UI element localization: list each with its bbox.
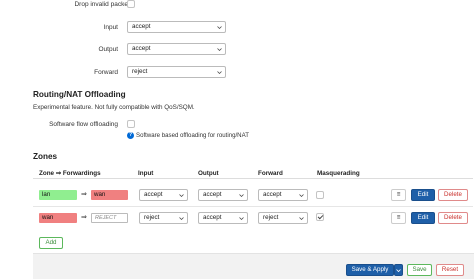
lan-edit-button[interactable]: Edit — [411, 189, 435, 201]
chevron-down-icon — [217, 71, 222, 75]
wan-drag-handle[interactable]: ≡ — [391, 212, 406, 224]
wan-edit-button[interactable]: Edit — [411, 212, 435, 224]
row-divider — [33, 206, 473, 207]
sw-offloading-checkbox[interactable] — [127, 120, 135, 128]
input-policy-label: Input — [103, 24, 118, 31]
forward-policy-select[interactable]: reject — [127, 66, 226, 78]
wan-input-value: reject — [144, 214, 160, 221]
output-policy-label: Output — [98, 46, 118, 53]
chevron-down-icon — [179, 217, 184, 221]
chevron-down-icon — [239, 217, 244, 221]
output-policy-value: accept — [132, 45, 151, 52]
wan-output-select[interactable]: accept — [198, 212, 248, 224]
zone-badge-wan[interactable]: wan — [39, 213, 77, 223]
zones-title: Zones — [33, 152, 58, 161]
input-policy-select[interactable]: accept — [127, 21, 226, 33]
sw-offloading-hint-text: Software based offloading for routing/NA… — [136, 132, 249, 139]
wan-delete-button[interactable]: Delete — [438, 212, 468, 224]
chevron-down-icon — [396, 269, 401, 273]
save-button[interactable]: Save — [407, 264, 432, 276]
offloading-title: Routing/NAT Offloading — [33, 90, 126, 99]
zone-forward-reject[interactable]: REJECT — [91, 213, 128, 223]
output-policy-select[interactable]: accept — [127, 43, 226, 55]
wan-masq-checkbox[interactable] — [316, 213, 324, 221]
chevron-down-icon — [299, 217, 304, 221]
input-policy-value: accept — [132, 23, 151, 30]
forward-policy-value: reject — [132, 68, 148, 75]
chevron-down-icon — [179, 194, 184, 198]
footer-action-bar: Save & Apply Save Reset — [33, 253, 474, 279]
forward-arrow: ⇒ — [81, 191, 87, 198]
wan-output-value: accept — [203, 214, 222, 221]
wan-forward-select[interactable]: reject — [258, 212, 308, 224]
chevron-down-icon — [299, 194, 304, 198]
lan-input-select[interactable]: accept — [139, 189, 188, 201]
chevron-down-icon — [239, 194, 244, 198]
chevron-down-icon — [217, 48, 222, 52]
sw-offloading-hint: ? Software based offloading for routing/… — [127, 132, 249, 139]
lan-masq-checkbox[interactable] — [316, 191, 324, 199]
sw-offloading-label: Software flow offloading — [49, 121, 118, 128]
col-input-header: Input — [138, 170, 154, 177]
lan-output-select[interactable]: accept — [198, 189, 248, 201]
forward-policy-label: Forward — [94, 69, 118, 76]
help-icon: ? — [127, 132, 134, 139]
zone-badge-wan-target[interactable]: wan — [91, 190, 128, 200]
zone-badge-lan[interactable]: lan — [39, 190, 77, 200]
save-apply-button[interactable]: Save & Apply — [346, 264, 394, 276]
lan-forward-select[interactable]: accept — [258, 189, 308, 201]
lan-output-value: accept — [203, 191, 222, 198]
add-zone-button[interactable]: Add — [39, 237, 63, 249]
save-apply-dropdown-button[interactable] — [394, 264, 403, 276]
lan-forward-value: accept — [263, 191, 282, 198]
reset-button[interactable]: Reset — [436, 264, 464, 276]
lan-drag-handle[interactable]: ≡ — [391, 189, 406, 201]
offloading-description: Experimental feature. Not fully compatib… — [33, 104, 195, 111]
drop-invalid-checkbox[interactable] — [127, 0, 135, 8]
drop-invalid-label: Drop invalid packets — [74, 1, 133, 8]
col-output-header: Output — [198, 170, 219, 177]
lan-delete-button[interactable]: Delete — [438, 189, 468, 201]
table-header-divider — [33, 178, 473, 179]
wan-forward-value: reject — [263, 214, 279, 221]
chevron-down-icon — [217, 26, 222, 30]
col-forward-header: Forward — [258, 170, 283, 177]
col-zone-header: Zone ⇒ Forwardings — [39, 170, 101, 177]
wan-input-select[interactable]: reject — [139, 212, 188, 224]
lan-input-value: accept — [144, 191, 163, 198]
forward-arrow: ⇒ — [81, 214, 87, 221]
col-masq-header: Masquerading — [317, 170, 360, 177]
